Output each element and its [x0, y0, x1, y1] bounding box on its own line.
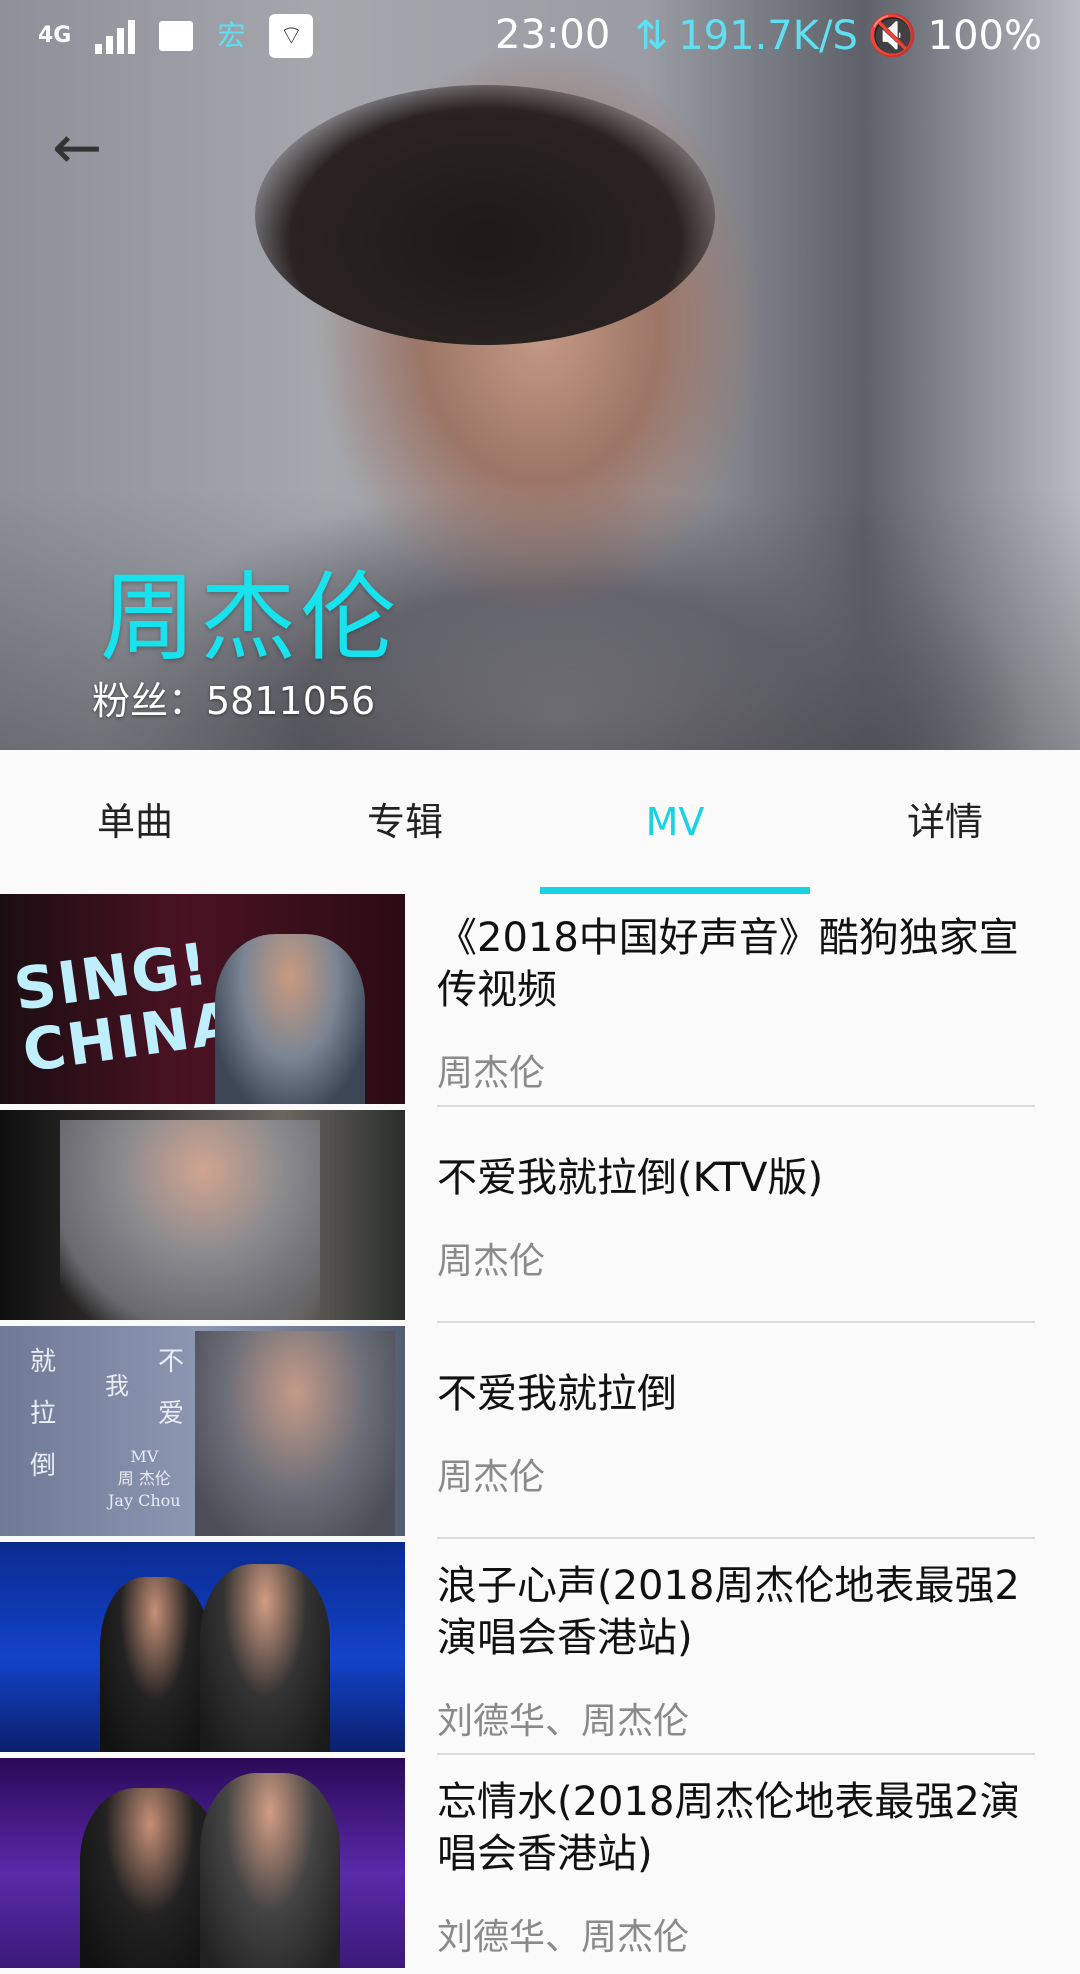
- status-bar-right: ⇅ 191.7K/S 🔇 100%: [634, 12, 1042, 60]
- network-type-label: 4G: [38, 23, 72, 48]
- mv-thumbnail[interactable]: [0, 1110, 405, 1320]
- artist-photo-hair: [255, 85, 715, 345]
- mv-thumbnail[interactable]: 就 拉 倒 我 不 爱 MV 周 杰伦 Jay Chou: [0, 1326, 405, 1536]
- mv-title: 不爱我就拉倒: [437, 1371, 677, 1417]
- thumbnail-caption: SING! CHINA: [10, 929, 243, 1086]
- thumbnail-caption: MV 周 杰伦 Jay Chou: [108, 1447, 181, 1510]
- mv-list-item[interactable]: SING! CHINA 《2018中国好声音》酷狗独家宣传视频 周杰伦: [0, 894, 1080, 1110]
- mv-info: 不爱我就拉倒 周杰伦: [437, 1326, 1035, 1536]
- thumbnail-figure: [200, 1773, 340, 1968]
- image-icon: [159, 21, 194, 51]
- arrow-left-icon: ←: [52, 113, 103, 183]
- mv-info: 忘情水(2018周杰伦地表最强2演唱会香港站) 刘德华、周杰伦: [437, 1758, 1035, 1968]
- thumbnail-figure: [200, 1564, 330, 1752]
- mv-thumbnail[interactable]: SING! CHINA: [0, 894, 405, 1104]
- back-button[interactable]: ←: [52, 118, 118, 184]
- list-divider: [437, 1105, 1035, 1107]
- tab-bar: 单曲 专辑 MV 详情: [0, 750, 1080, 894]
- mv-artist: 刘德华、周杰伦: [437, 1917, 690, 1958]
- tab-singles[interactable]: 单曲: [0, 750, 270, 894]
- mv-list-item[interactable]: 忘情水(2018周杰伦地表最强2演唱会香港站) 刘德华、周杰伦: [0, 1758, 1080, 1974]
- thumbnail-figure: [100, 1577, 210, 1752]
- mv-list-item[interactable]: 浪子心声(2018周杰伦地表最强2演唱会香港站) 刘德华、周杰伦: [0, 1542, 1080, 1758]
- list-divider: [437, 1753, 1035, 1755]
- thumbnail-figure: [60, 1120, 320, 1320]
- net-speed: 191.7K/S: [678, 12, 858, 59]
- mv-title: 浪子心声(2018周杰伦地表最强2演唱会香港站): [437, 1563, 1020, 1661]
- signal-icon: [95, 18, 136, 54]
- wifi-icon: ⌔: [269, 14, 314, 58]
- mv-title: 《2018中国好声音》酷狗独家宣传视频: [437, 915, 1019, 1013]
- status-bar-left: 4G 宏 ⌔: [38, 14, 314, 58]
- mute-icon: 🔇: [867, 13, 918, 59]
- mv-thumbnail[interactable]: [0, 1758, 405, 1968]
- thumbnail-figure: [80, 1788, 220, 1968]
- battery-level: 100%: [927, 12, 1042, 59]
- mv-list: SING! CHINA 《2018中国好声音》酷狗独家宣传视频 周杰伦 不爱我就…: [0, 894, 1080, 1974]
- thumbnail-figure: [195, 1331, 395, 1536]
- artist-hero: 4G 宏 ⌔ 23:00 ⇅ 191.7K/S 🔇 100% ← 周杰伦 粉丝：…: [0, 0, 1080, 750]
- mv-thumbnail[interactable]: [0, 1542, 405, 1752]
- mv-artist: 周杰伦: [437, 1457, 546, 1498]
- mv-artist: 周杰伦: [437, 1053, 546, 1094]
- mv-list-item[interactable]: 不爱我就拉倒(KTV版) 周杰伦: [0, 1110, 1080, 1326]
- tab-mv[interactable]: MV: [540, 750, 810, 894]
- thumbnail-caption: 就 拉 倒: [30, 1347, 57, 1481]
- thumbnail-caption: 不 爱: [158, 1347, 185, 1429]
- fans-count: 粉丝：5811056: [92, 679, 376, 723]
- mv-artist: 刘德华、周杰伦: [437, 1701, 690, 1742]
- status-bar: 4G 宏 ⌔ 23:00 ⇅ 191.7K/S 🔇 100%: [0, 0, 1080, 72]
- mv-artist: 周杰伦: [437, 1241, 546, 1282]
- thumbnail-figure: [215, 934, 365, 1104]
- carrier-icon: 宏: [217, 19, 246, 52]
- artist-name: 周杰伦: [100, 562, 400, 674]
- mv-title: 不爱我就拉倒(KTV版): [437, 1155, 824, 1201]
- list-divider: [437, 1537, 1035, 1539]
- tab-details[interactable]: 详情: [810, 750, 1080, 894]
- data-transfer-icon: ⇅: [634, 12, 669, 59]
- mv-list-item[interactable]: 就 拉 倒 我 不 爱 MV 周 杰伦 Jay Chou 不爱我就拉倒 周杰伦: [0, 1326, 1080, 1542]
- mv-info: 浪子心声(2018周杰伦地表最强2演唱会香港站) 刘德华、周杰伦: [437, 1542, 1035, 1752]
- thumbnail-caption: 我: [105, 1372, 129, 1400]
- status-time: 23:00: [495, 12, 611, 58]
- mv-info: 《2018中国好声音》酷狗独家宣传视频 周杰伦: [437, 894, 1035, 1104]
- mv-title: 忘情水(2018周杰伦地表最强2演唱会香港站): [437, 1779, 1020, 1877]
- mv-info: 不爱我就拉倒(KTV版) 周杰伦: [437, 1110, 1035, 1320]
- tab-albums[interactable]: 专辑: [270, 750, 540, 894]
- list-divider: [437, 1321, 1035, 1323]
